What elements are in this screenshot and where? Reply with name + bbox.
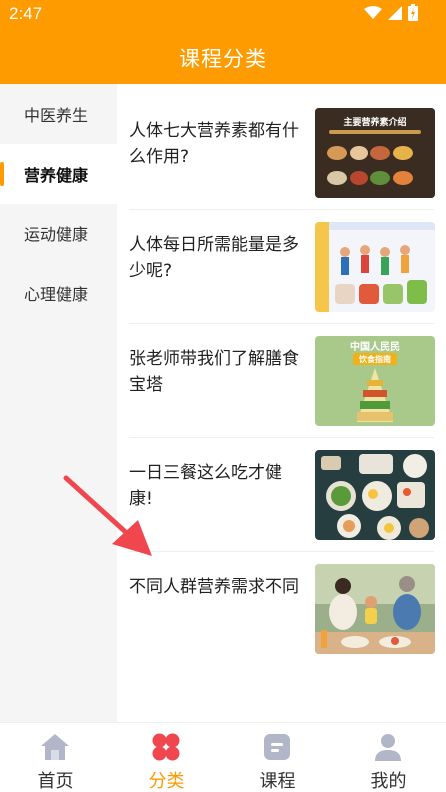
sidebar-item-label: 运动健康 [24, 225, 89, 244]
course-icon [264, 734, 290, 760]
course-title: 不同人群营养需求不同 [129, 577, 299, 597]
tab-profile[interactable]: 我的 [333, 723, 444, 792]
home-icon [41, 734, 69, 760]
tab-label: 我的 [370, 771, 407, 792]
course-thumbnail [315, 564, 435, 654]
svg-text:饮食指南: 饮食指南 [358, 354, 391, 364]
app-header: 2:47 课程分类 [0, 0, 446, 84]
pointer-arrow-icon [63, 475, 152, 556]
sidebar-item-label: 营养健康 [24, 166, 89, 185]
sidebar-item-label: 中医养生 [24, 106, 89, 125]
status-icons [364, 4, 418, 21]
wifi-icon [364, 5, 382, 19]
course-thumbnail [315, 222, 435, 312]
course-card[interactable]: 人体七大营养素都有什么作用? 主要营养素介绍 [129, 96, 435, 210]
bottom-tab-bar: 首页 分类 课程 我的 [0, 722, 446, 792]
tab-label: 首页 [37, 771, 74, 792]
tab-course[interactable]: 课程 [222, 723, 333, 792]
signal-icon [388, 5, 402, 20]
course-title: 人体七大营养素都有什么作用? [129, 121, 299, 167]
sidebar-item-tcm[interactable]: 中医养生 [0, 84, 117, 144]
category-icon [152, 733, 180, 761]
course-card[interactable]: 张老师带我们了解膳食宝塔 中国人民民 饮食指南 [129, 324, 435, 438]
page-title: 课程分类 [179, 47, 267, 71]
tab-category[interactable]: 分类 [111, 723, 222, 792]
sidebar-item-mental[interactable]: 心理健康 [0, 263, 117, 323]
battery-icon [408, 4, 418, 21]
sidebar-item-nutrition[interactable]: 营养健康 [0, 144, 117, 204]
course-card[interactable]: 一日三餐这么吃才健康! [129, 438, 435, 552]
course-thumbnail: 中国人民民 饮食指南 [315, 336, 435, 426]
course-title: 张老师带我们了解膳食宝塔 [129, 349, 299, 395]
tab-label: 课程 [259, 771, 296, 792]
course-list: 人体七大营养素都有什么作用? 主要营养素介绍 人体每日所需能量是多少呢? 张老师… [117, 84, 446, 722]
tab-label: 分类 [148, 771, 185, 792]
course-card[interactable]: 不同人群营养需求不同 [129, 552, 435, 666]
sidebar-item-label: 心理健康 [24, 285, 89, 304]
thumbnail-caption: 主要营养素介绍 [343, 116, 406, 128]
tab-home[interactable]: 首页 [0, 723, 111, 792]
category-sidebar: 中医养生 营养健康 运动健康 心理健康 [0, 84, 117, 722]
course-card[interactable]: 人体每日所需能量是多少呢? [129, 210, 435, 324]
sidebar-item-exercise[interactable]: 运动健康 [0, 203, 117, 263]
course-thumbnail: 主要营养素介绍 [315, 108, 435, 198]
svg-text:中国人民民: 中国人民民 [350, 340, 400, 353]
profile-icon [375, 734, 401, 761]
course-thumbnail [315, 450, 435, 540]
course-title: 人体每日所需能量是多少呢? [129, 235, 299, 281]
status-time: 2:47 [9, 4, 43, 23]
